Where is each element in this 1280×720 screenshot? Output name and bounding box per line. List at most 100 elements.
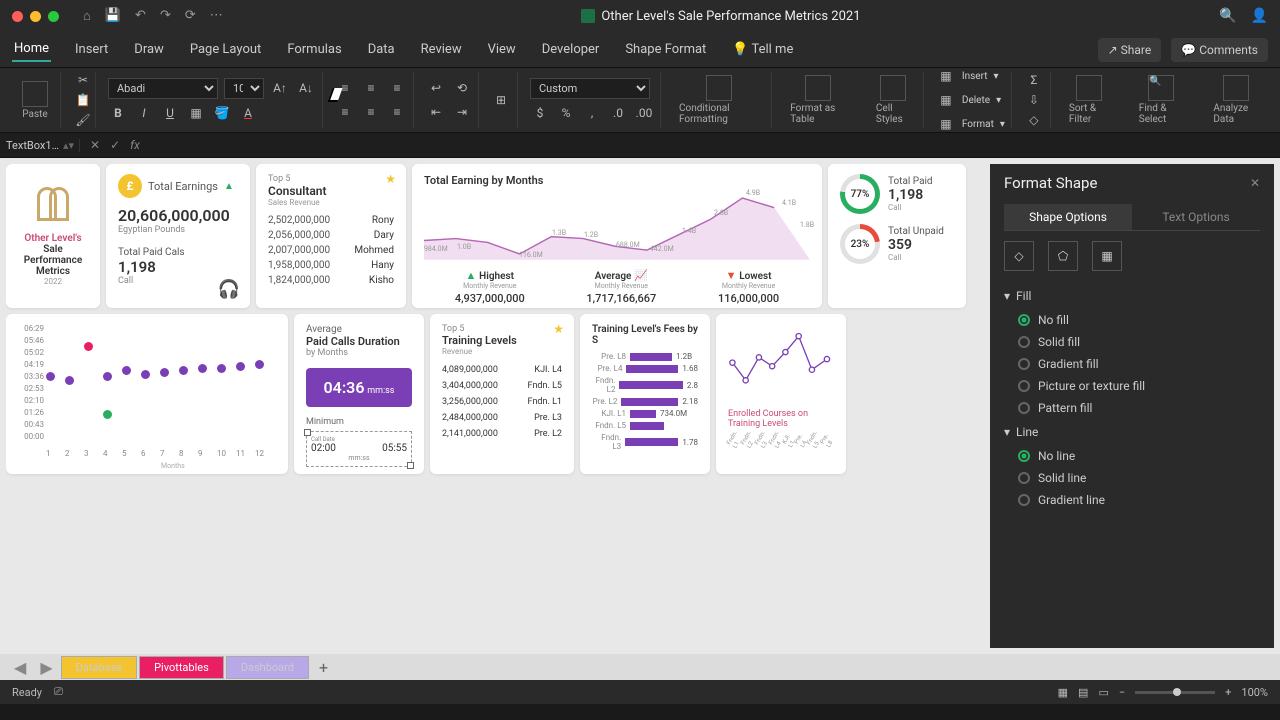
tab-draw[interactable]: Draw xyxy=(132,38,166,61)
size-props-icon[interactable]: ▦ xyxy=(1092,241,1122,271)
tab-home[interactable]: Home xyxy=(12,37,51,62)
save-icon[interactable]: 💾 xyxy=(105,8,121,24)
line-section[interactable]: ▾ Line xyxy=(1004,419,1260,445)
home-icon[interactable]: ⌂ xyxy=(83,8,91,24)
add-sheet-icon[interactable]: + xyxy=(311,658,336,677)
sheet-pivot[interactable]: Pivottables xyxy=(139,656,224,679)
delete-cells-icon[interactable]: ▦ xyxy=(936,90,956,110)
macro-icon[interactable]: ⎚ xyxy=(54,685,63,699)
fill-opt[interactable]: Solid fill xyxy=(1018,331,1260,353)
user-icon[interactable]: 👤 xyxy=(1251,8,1268,24)
paste-button[interactable]: Paste xyxy=(16,81,54,120)
text-options-tab[interactable]: Text Options xyxy=(1132,204,1260,230)
fill-line-icon[interactable]: ◇ xyxy=(1004,241,1034,271)
maximize-window[interactable] xyxy=(48,11,59,22)
sort-filter-button[interactable]: Sort & Filter xyxy=(1063,75,1115,125)
comments-button[interactable]: 💬 Comments xyxy=(1171,38,1268,62)
more-icon[interactable]: ⋯ xyxy=(210,8,223,24)
underline-button[interactable]: U xyxy=(160,103,180,123)
tab-data[interactable]: Data xyxy=(366,38,397,61)
selected-textbox[interactable]: Call Date 02:0005:55 mm:ss xyxy=(306,431,412,467)
tab-shapeformat[interactable]: Shape Format xyxy=(623,38,708,61)
align-bot-icon[interactable]: ≡ xyxy=(387,78,407,98)
share-button[interactable]: ↗ Share xyxy=(1098,38,1162,62)
tab-developer[interactable]: Developer xyxy=(540,38,602,61)
shape-options-tab[interactable]: Shape Options xyxy=(1004,204,1132,230)
find-select-button[interactable]: 🔍Find & Select xyxy=(1133,75,1190,125)
cancel-fx-icon[interactable]: ✕ xyxy=(90,138,100,152)
cell-styles-button[interactable]: Cell Styles xyxy=(870,75,917,125)
number-format-select[interactable]: Custom xyxy=(530,78,650,99)
effects-icon[interactable]: ⬠ xyxy=(1048,241,1078,271)
sheet-prev-icon[interactable]: ◀ xyxy=(8,658,32,677)
merge-icon[interactable]: ⊞ xyxy=(491,90,511,110)
tab-insert[interactable]: Insert xyxy=(73,38,110,61)
bold-button[interactable]: B xyxy=(108,103,128,123)
fill-opt[interactable]: No fill xyxy=(1018,309,1260,331)
indent-inc-icon[interactable]: ⇥ xyxy=(452,102,472,122)
cut-icon[interactable]: ✂ xyxy=(73,72,93,88)
copy-icon[interactable]: 📋 xyxy=(73,92,93,108)
accept-fx-icon[interactable]: ✓ xyxy=(110,138,120,152)
fill-section[interactable]: ▾ Fill xyxy=(1004,283,1260,309)
border-icon[interactable]: ▦ xyxy=(186,103,206,123)
line-opt[interactable]: Gradient line xyxy=(1018,489,1260,511)
decrease-font-icon[interactable]: A↓ xyxy=(296,78,316,98)
comma-icon[interactable]: , xyxy=(582,103,602,123)
cond-format-button[interactable]: Conditional Formatting xyxy=(673,75,765,125)
format-table-button[interactable]: Format as Table xyxy=(784,75,852,125)
align-top-icon[interactable]: ≡ xyxy=(335,78,355,98)
autosum-icon[interactable]: Σ xyxy=(1024,72,1044,88)
tab-formulas[interactable]: Formulas xyxy=(285,38,343,61)
format-cells-icon[interactable]: ▦ xyxy=(936,114,956,134)
align-mid-icon[interactable]: ≡ xyxy=(361,78,381,98)
format-painter-icon[interactable]: 🖌 xyxy=(73,112,93,128)
analyze-button[interactable]: Analyze Data xyxy=(1207,75,1264,125)
fillcolor-icon[interactable]: 🪣 xyxy=(212,103,232,123)
increase-font-icon[interactable]: A↑ xyxy=(270,78,290,98)
fill-opt[interactable]: Picture or texture fill xyxy=(1018,375,1260,397)
fill-icon[interactable]: ⇩ xyxy=(1024,92,1044,108)
redo-icon[interactable]: ↷ xyxy=(160,8,171,24)
percent-icon[interactable]: % xyxy=(556,103,576,123)
tab-review[interactable]: Review xyxy=(419,38,464,61)
tab-view[interactable]: View xyxy=(486,38,518,61)
close-window[interactable] xyxy=(12,11,23,22)
fontsize-select[interactable]: 10 xyxy=(224,78,264,99)
close-panel-icon[interactable]: ✕ xyxy=(1250,176,1260,190)
name-box[interactable]: TextBox1… xyxy=(6,139,59,152)
tab-pagelayout[interactable]: Page Layout xyxy=(188,38,264,61)
dec-dec-icon[interactable]: .00 xyxy=(634,103,654,123)
line-opt[interactable]: Solid line xyxy=(1018,467,1260,489)
fontcolor-icon[interactable]: A xyxy=(238,103,258,123)
fill-opt[interactable]: Gradient fill xyxy=(1018,353,1260,375)
zoom-out-icon[interactable]: − xyxy=(1119,686,1125,699)
clear-icon[interactable]: ◇ xyxy=(1024,112,1044,128)
italic-button[interactable]: I xyxy=(134,103,154,123)
indent-dec-icon[interactable]: ⇤ xyxy=(426,102,446,122)
line-opt[interactable]: No line xyxy=(1018,445,1260,467)
zoom-in-icon[interactable]: + xyxy=(1225,686,1231,699)
undo-icon[interactable]: ↶ xyxy=(135,8,146,24)
zoom-slider[interactable] xyxy=(1135,691,1215,694)
inc-dec-icon[interactable]: .0 xyxy=(608,103,628,123)
view-break-icon[interactable]: ▭ xyxy=(1098,686,1108,699)
align-left-icon[interactable]: ≡ xyxy=(335,102,355,122)
align-right-icon[interactable]: ≡ xyxy=(387,102,407,122)
minimize-window[interactable] xyxy=(30,11,41,22)
sheet-database[interactable]: Database xyxy=(61,656,137,679)
fill-opt[interactable]: Pattern fill xyxy=(1018,397,1260,419)
search-icon[interactable]: 🔍 xyxy=(1219,8,1236,24)
insert-cells-icon[interactable]: ▦ xyxy=(936,66,956,86)
view-layout-icon[interactable]: ▤ xyxy=(1078,686,1088,699)
sheet-next-icon[interactable]: ▶ xyxy=(34,658,58,677)
zoom-value[interactable]: 100% xyxy=(1241,686,1268,699)
sheet-dashboard[interactable]: Dashboard xyxy=(226,656,309,679)
fx-icon[interactable]: fx xyxy=(130,138,140,152)
tellme[interactable]: 💡 Tell me xyxy=(730,38,795,61)
font-select[interactable]: Abadi xyxy=(108,78,218,99)
currency-icon[interactable]: $ xyxy=(530,103,550,123)
refresh-icon[interactable]: ⟳ xyxy=(185,8,196,24)
wrap-icon[interactable]: ↩ xyxy=(426,78,446,98)
view-normal-icon[interactable]: ▦ xyxy=(1058,686,1068,699)
